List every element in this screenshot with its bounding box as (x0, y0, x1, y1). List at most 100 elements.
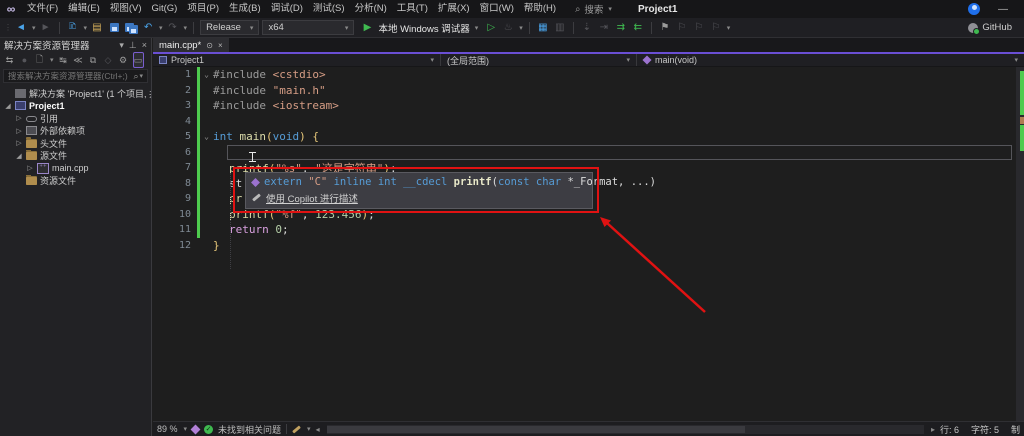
new-project-button[interactable]: 🗈 (66, 20, 80, 36)
chevron-down-icon[interactable]: ▾ (307, 425, 311, 433)
preview-selected-items-button[interactable]: ▭ (133, 52, 144, 68)
pending-changes-filter-button[interactable]: ● (19, 52, 30, 68)
solution-configuration-dropdown[interactable]: Release ▾ (200, 20, 259, 35)
chevron-expanded-icon[interactable]: ◢ (15, 152, 23, 160)
prev-bookmark-button[interactable]: ⚐ (675, 20, 689, 36)
next-bookmark-button[interactable]: ⚐ (692, 20, 706, 36)
properties-window-button[interactable]: ⧉ (88, 52, 99, 68)
github-copilot-button[interactable]: GitHub (968, 22, 1020, 33)
step-over-button[interactable]: ⇥ (597, 20, 611, 36)
chevron-down-icon[interactable]: ▾ (184, 24, 188, 32)
chevron-collapsed-icon[interactable]: ▷ (26, 164, 34, 172)
code-line[interactable]: 5⌄int main(void) { (153, 129, 1016, 145)
code-line[interactable]: 12} (153, 238, 1016, 254)
sync-with-active-document-button[interactable]: ↹ (58, 52, 69, 68)
chevron-collapsed-icon[interactable]: ▷ (15, 127, 23, 135)
breadcrumb-project-dropdown[interactable]: Project1 ▾ (153, 54, 441, 66)
toggle-bookmark-button[interactable]: ⚑ (658, 20, 672, 36)
toolbar-grip[interactable]: ⋮ (4, 23, 11, 32)
start-debugging-button[interactable]: ▶ 本地 Windows 调试器 ▾ (357, 20, 481, 36)
pin-icon[interactable]: ⊙ (206, 41, 213, 50)
tasks-window-button[interactable]: ▥ (553, 20, 567, 36)
menu-item[interactable]: 帮助(H) (519, 0, 561, 18)
clear-bookmarks-button[interactable]: ⚐ (709, 20, 723, 36)
solution-explorer-search-input[interactable] (8, 71, 133, 81)
find-in-files-button[interactable]: ⇇ (631, 20, 645, 36)
wrench-icon[interactable]: ⚙ (118, 52, 129, 68)
navigate-forward-button[interactable]: ► (39, 20, 53, 36)
code-line[interactable]: 1⌄#include <cstdio> (153, 67, 1016, 83)
close-icon[interactable]: × (142, 40, 147, 51)
save-all-button[interactable] (124, 20, 138, 36)
chevron-down-icon[interactable]: ▾ (32, 24, 36, 32)
hot-reload-button[interactable]: ♨ (501, 20, 515, 36)
code-line[interactable]: 6 (153, 145, 1016, 161)
undo-button[interactable]: ↶ (141, 20, 155, 36)
tree-item[interactable]: ◢源文件 (0, 150, 151, 163)
tree-item[interactable]: ▷头文件 (0, 137, 151, 150)
open-file-button[interactable]: ▤ (90, 20, 104, 36)
tree-item[interactable]: ▷⁺⁺main.cpp (0, 162, 151, 175)
fold-collapse-icon[interactable]: ⌄ (200, 70, 213, 79)
chevron-down-icon[interactable]: ▾ (519, 24, 523, 32)
chevron-collapsed-icon[interactable]: ▷ (15, 139, 23, 147)
navigate-back-button[interactable]: ◄ (14, 20, 28, 36)
chevron-collapsed-icon[interactable]: ▷ (15, 114, 23, 122)
vertical-scrollbar[interactable] (1016, 67, 1024, 421)
chevron-expanded-icon[interactable]: ◢ (4, 102, 12, 110)
hscroll-right-arrow[interactable]: ▸ (931, 425, 935, 434)
horizontal-scrollbar[interactable] (327, 425, 924, 434)
menu-item[interactable]: 视图(V) (105, 0, 147, 18)
menu-item[interactable]: 工具(T) (392, 0, 433, 18)
account-avatar[interactable] (968, 3, 980, 15)
breadcrumb-scope-dropdown[interactable]: (全局范围) ▾ (441, 54, 637, 66)
toolbar-overflow-icon[interactable]: ▾ (727, 24, 731, 32)
menu-item[interactable]: 项目(P) (182, 0, 224, 18)
start-without-debugging-button[interactable]: ▷ (484, 20, 498, 36)
menu-item[interactable]: 编辑(E) (63, 0, 105, 18)
chevron-down-icon[interactable]: ▾ (50, 56, 54, 64)
menu-item[interactable]: 调试(D) (266, 0, 308, 18)
window-position-icon[interactable]: ▾ (119, 40, 124, 51)
solution-platform-dropdown[interactable]: x64 ▾ (262, 20, 354, 35)
tab-main-cpp[interactable]: main.cpp* ⊙ × (153, 38, 229, 52)
pin-icon[interactable]: ⊥ (129, 40, 137, 51)
code-line[interactable]: 3#include <iostream> (153, 98, 1016, 114)
collapse-all-button[interactable]: ≪ (73, 52, 84, 68)
breadcrumb-symbol-dropdown[interactable]: main(void) ▾ (637, 54, 1024, 66)
tree-item[interactable]: ◢Project1 (0, 100, 151, 113)
document-health-message[interactable]: 未找到相关问题 (218, 423, 281, 436)
show-all-files-button[interactable]: ◇ (103, 52, 114, 68)
menu-item[interactable]: 测试(S) (308, 0, 350, 18)
attach-process-button[interactable]: ⇉ (614, 20, 628, 36)
hscroll-left-arrow[interactable]: ◂ (316, 425, 320, 434)
code-line[interactable]: 4 (153, 114, 1016, 130)
solution-explorer-search[interactable]: ⌕ ▾ (3, 69, 148, 83)
chevron-down-icon[interactable]: ▾ (184, 425, 188, 433)
tree-item[interactable]: ▷外部依赖项 (0, 125, 151, 138)
chevron-down-icon[interactable]: ▾ (159, 24, 163, 32)
minimize-button[interactable]: — (992, 4, 1014, 15)
intellicode-icon[interactable] (191, 424, 201, 434)
step-into-button[interactable]: ⇣ (580, 20, 594, 36)
tree-item[interactable]: 资源文件 (0, 175, 151, 188)
menu-item[interactable]: 生成(B) (224, 0, 266, 18)
search-box[interactable]: ⌕ 搜索 ▾ (575, 2, 612, 16)
describe-with-copilot-link[interactable]: 使用 Copilot 进行描述 (266, 191, 358, 205)
tree-item[interactable]: 解决方案 'Project1' (1 个项目, 共 1 个) (0, 87, 151, 100)
switch-views-button[interactable]: ⇆ (4, 52, 15, 68)
fold-collapse-icon[interactable]: ⌄ (200, 132, 213, 141)
close-icon[interactable]: × (218, 41, 223, 50)
menu-item[interactable]: 窗口(W) (475, 0, 519, 18)
show-threads-button[interactable]: ▦ (536, 20, 550, 36)
menu-item[interactable]: 文件(F) (22, 0, 63, 18)
code-line[interactable]: 11return 0; (153, 222, 1016, 238)
code-editor[interactable]: 1⌄#include <cstdio>2#include "main.h"3#i… (153, 67, 1016, 421)
menu-item[interactable]: Git(G) (146, 0, 182, 18)
code-line[interactable]: 2#include "main.h" (153, 83, 1016, 99)
new-item-button[interactable]: 🗋 (34, 52, 45, 68)
redo-button[interactable]: ↷ (166, 20, 180, 36)
menu-item[interactable]: 扩展(X) (433, 0, 475, 18)
tree-item[interactable]: ▷引用 (0, 112, 151, 125)
save-button[interactable] (107, 20, 121, 36)
